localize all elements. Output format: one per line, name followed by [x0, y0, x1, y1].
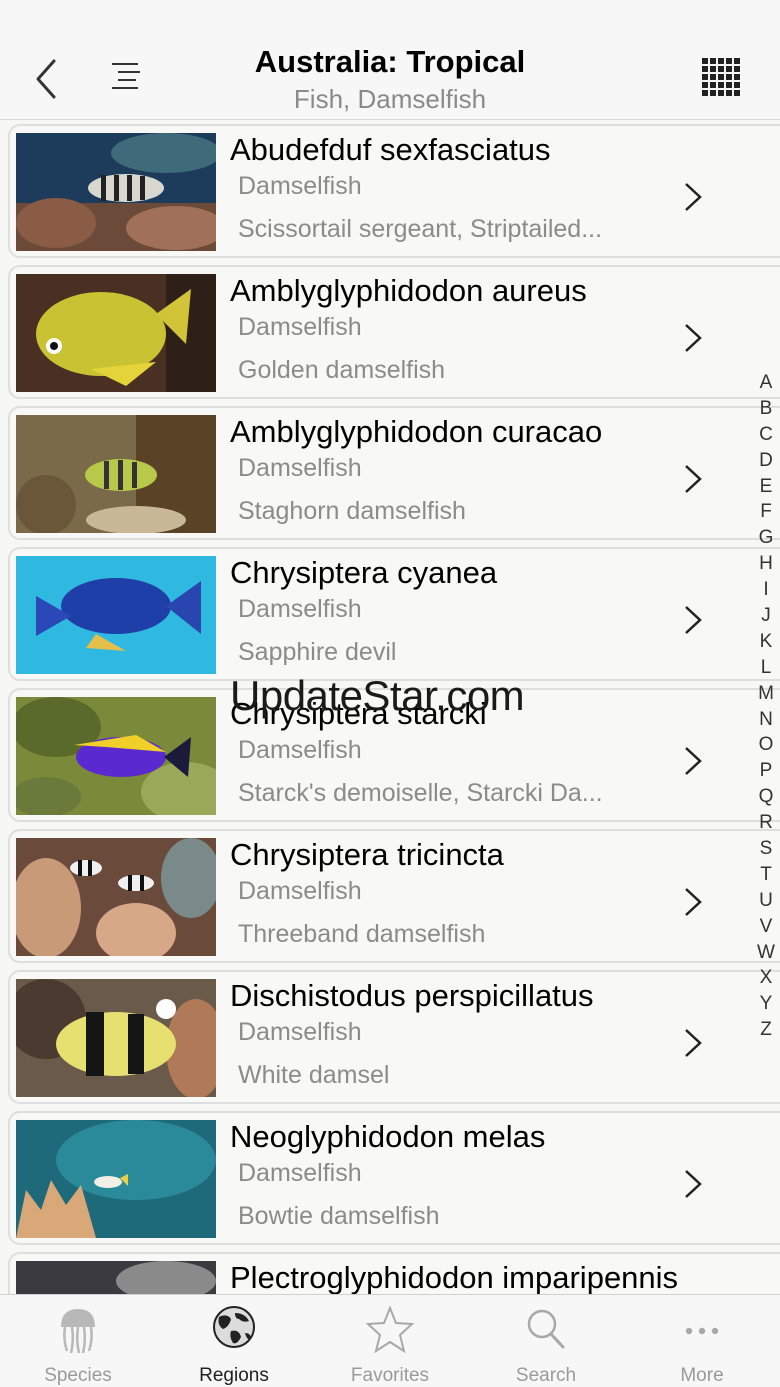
alphabet-index-letter[interactable]: Q	[752, 784, 780, 810]
page-title: Australia: Tropical	[254, 44, 526, 79]
navigation-bar: Australia: Tropical Fish, Damselfish	[0, 0, 780, 120]
common-name: Bowtie damselfish	[238, 1202, 440, 1230]
common-name: Scissortail sergeant, Striptailed...	[238, 215, 603, 243]
alphabet-index-letter[interactable]: S	[752, 836, 780, 862]
tab-regions[interactable]: Regions	[156, 1295, 312, 1387]
alphabet-index-letter[interactable]: D	[752, 448, 780, 474]
chevron-right-icon	[685, 183, 702, 211]
chevron-right-icon	[685, 747, 702, 775]
tab-label: Species	[44, 1365, 112, 1386]
family-name: Damselfish	[238, 172, 362, 200]
alphabet-index-letter[interactable]: N	[752, 707, 780, 733]
common-name: Golden damselfish	[238, 356, 446, 384]
alphabet-index-letter[interactable]: T	[752, 862, 780, 888]
family-name: Damselfish	[238, 1018, 362, 1046]
alphabet-index-letter[interactable]: O	[752, 732, 780, 758]
alphabet-index-letter[interactable]: B	[752, 396, 780, 422]
fish-photo	[16, 133, 216, 251]
common-name: White damsel	[238, 1061, 390, 1089]
tab-label: More	[680, 1365, 724, 1386]
alphabet-index-letter[interactable]: A	[752, 370, 780, 396]
alphabet-index-letter[interactable]: U	[752, 888, 780, 914]
alphabet-index-letter[interactable]: H	[752, 551, 780, 577]
alphabet-index-letter[interactable]: M	[752, 681, 780, 707]
alphabet-index-letter[interactable]: K	[752, 629, 780, 655]
page-subtitle: Fish, Damselfish	[293, 84, 487, 114]
list-item[interactable]: Chrysiptera cyanea Damselfish Sapphire d…	[8, 547, 780, 681]
alphabet-index-letter[interactable]: R	[752, 810, 780, 836]
chevron-right-icon	[685, 324, 702, 352]
alphabet-index-letter[interactable]: E	[752, 474, 780, 500]
alphabet-index[interactable]: ABCDEFGHIJKLMNOPQRSTUVWXYZ	[752, 370, 780, 1043]
family-name: Damselfish	[238, 736, 362, 764]
tab-more[interactable]: More	[624, 1295, 780, 1387]
alphabet-index-letter[interactable]: Z	[752, 1017, 780, 1043]
tab-species[interactable]: Species	[0, 1295, 156, 1387]
list-item[interactable]: Amblyglyphidodon aureus Damselfish Golde…	[8, 265, 780, 399]
scientific-name: Chrysiptera tricincta	[230, 837, 504, 872]
list-item[interactable]: Plectroglyphidodon imparipennis	[8, 1252, 780, 1294]
alphabet-index-letter[interactable]: C	[752, 422, 780, 448]
watermark: UpdateStar.com	[230, 672, 525, 719]
alphabet-index-letter[interactable]: F	[752, 499, 780, 525]
globe-icon	[213, 1306, 255, 1348]
family-name: Damselfish	[238, 595, 362, 623]
family-name: Damselfish	[238, 454, 362, 482]
alphabet-index-letter[interactable]: P	[752, 758, 780, 784]
tab-favorites[interactable]: Favorites	[312, 1295, 468, 1387]
common-name: Starck's demoiselle, Starcki Da...	[238, 779, 603, 807]
list-item[interactable]: Amblyglyphidodon curacao Damselfish Stag…	[8, 406, 780, 540]
family-name: Damselfish	[238, 313, 362, 341]
list-item[interactable]: Dischistodus perspicillatus Damselfish W…	[8, 970, 780, 1104]
fish-photo	[16, 1261, 216, 1294]
tab-search[interactable]: Search	[468, 1295, 624, 1387]
family-name: Damselfish	[238, 1159, 362, 1187]
grid-view-icon[interactable]	[700, 56, 742, 98]
fish-photo	[16, 556, 216, 674]
star-icon	[365, 1305, 415, 1354]
common-name: Sapphire devil	[238, 638, 397, 666]
scientific-name: Chrysiptera cyanea	[230, 555, 498, 590]
family-name: Damselfish	[238, 877, 362, 905]
scientific-name: Abudefduf sexfasciatus	[230, 132, 551, 167]
alphabet-index-letter[interactable]: G	[752, 525, 780, 551]
alphabet-index-letter[interactable]: J	[752, 603, 780, 629]
fish-photo	[16, 274, 216, 392]
scientific-name: Dischistodus perspicillatus	[230, 978, 594, 1013]
list-item[interactable]: Chrysiptera tricincta Damselfish Threeba…	[8, 829, 780, 963]
magnifier-icon	[527, 1309, 565, 1349]
alphabet-index-letter[interactable]: L	[752, 655, 780, 681]
tab-label: Regions	[199, 1365, 269, 1386]
chevron-right-icon	[685, 1029, 702, 1057]
common-name: Staghorn damselfish	[238, 497, 466, 525]
chevron-right-icon	[685, 888, 702, 916]
list-item[interactable]: Neoglyphidodon melas Damselfish Bowtie d…	[8, 1111, 780, 1245]
chevron-right-icon	[685, 465, 702, 493]
fish-photo	[16, 415, 216, 533]
list-item[interactable]: Abudefduf sexfasciatus Damselfish Scisso…	[8, 124, 780, 258]
ellipsis-icon	[685, 1327, 719, 1335]
fish-photo	[16, 979, 216, 1097]
fish-photo	[16, 697, 216, 815]
scientific-name: Amblyglyphidodon curacao	[230, 414, 603, 449]
fish-photo	[16, 1120, 216, 1238]
alphabet-index-letter[interactable]: X	[752, 965, 780, 991]
alphabet-index-letter[interactable]: I	[752, 577, 780, 603]
jellyfish-icon	[61, 1309, 95, 1354]
chevron-right-icon	[685, 1170, 702, 1198]
alphabet-index-letter[interactable]: W	[752, 940, 780, 966]
tab-label: Search	[515, 1365, 577, 1386]
alphabet-index-letter[interactable]: Y	[752, 991, 780, 1017]
chevron-right-icon	[685, 606, 702, 634]
scientific-name: Plectroglyphidodon imparipennis	[230, 1260, 679, 1294]
scientific-name: Neoglyphidodon melas	[230, 1119, 546, 1154]
tab-bar: Species Regions Favorites Search More	[0, 1294, 780, 1387]
common-name: Threeband damselfish	[238, 920, 486, 948]
fish-photo	[16, 838, 216, 956]
tab-label: Favorites	[350, 1365, 430, 1386]
scientific-name: Amblyglyphidodon aureus	[230, 273, 587, 308]
alphabet-index-letter[interactable]: V	[752, 914, 780, 940]
